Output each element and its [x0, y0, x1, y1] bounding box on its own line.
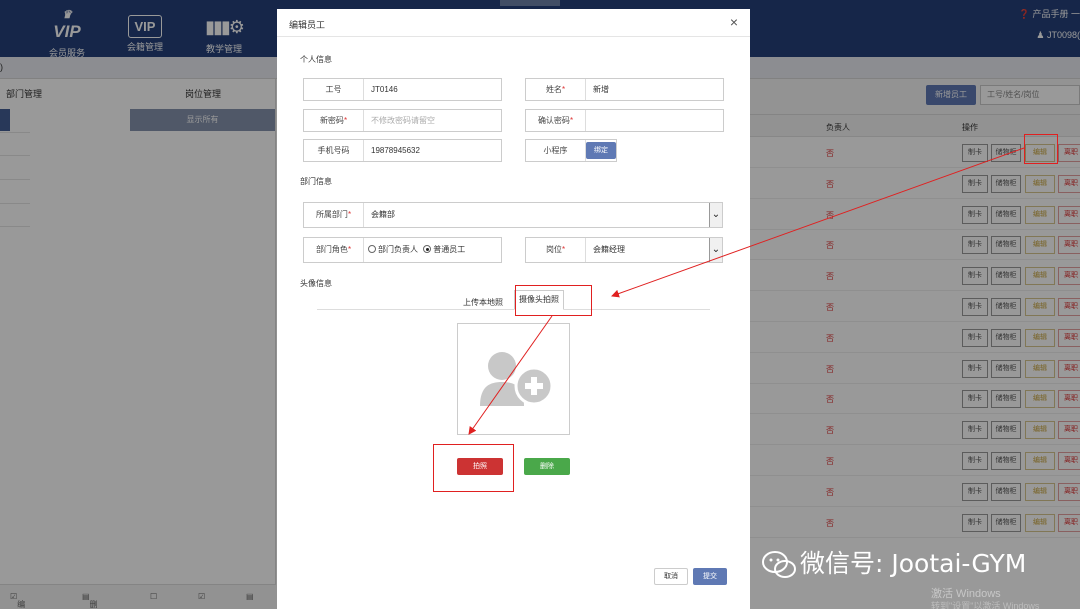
wechat-id-text: 微信号: Jootai-GYM	[800, 549, 1027, 578]
annotation-arrows	[468, 147, 1025, 435]
wechat-icon	[762, 551, 796, 578]
arrow-edit-to-camera	[611, 147, 1025, 298]
wechat-watermark: 微信号: Jootai-GYM	[762, 544, 1026, 580]
arrow-camera-to-avatar	[468, 315, 553, 435]
activate-windows-subtext: 转到"设置"以激活 Windows	[931, 601, 1040, 609]
